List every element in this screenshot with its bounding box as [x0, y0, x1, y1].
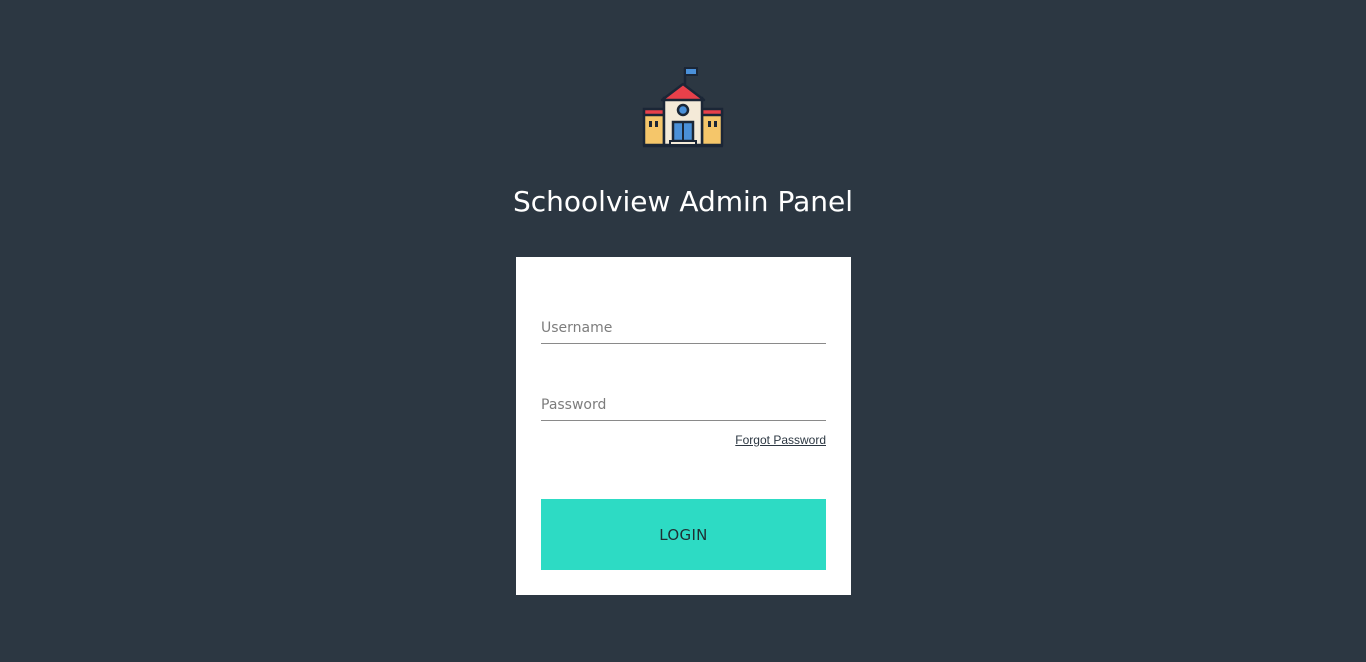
page-title: Schoolview Admin Panel: [512, 185, 853, 218]
forgot-password-link[interactable]: Forgot Password: [735, 433, 826, 447]
login-button[interactable]: LOGIN: [541, 499, 826, 570]
login-card: Forgot Password LOGIN: [516, 257, 851, 595]
password-field: [541, 392, 826, 421]
password-input[interactable]: [541, 392, 826, 418]
username-input[interactable]: [541, 315, 826, 341]
school-building-icon: [641, 66, 725, 148]
username-field: [541, 315, 826, 344]
